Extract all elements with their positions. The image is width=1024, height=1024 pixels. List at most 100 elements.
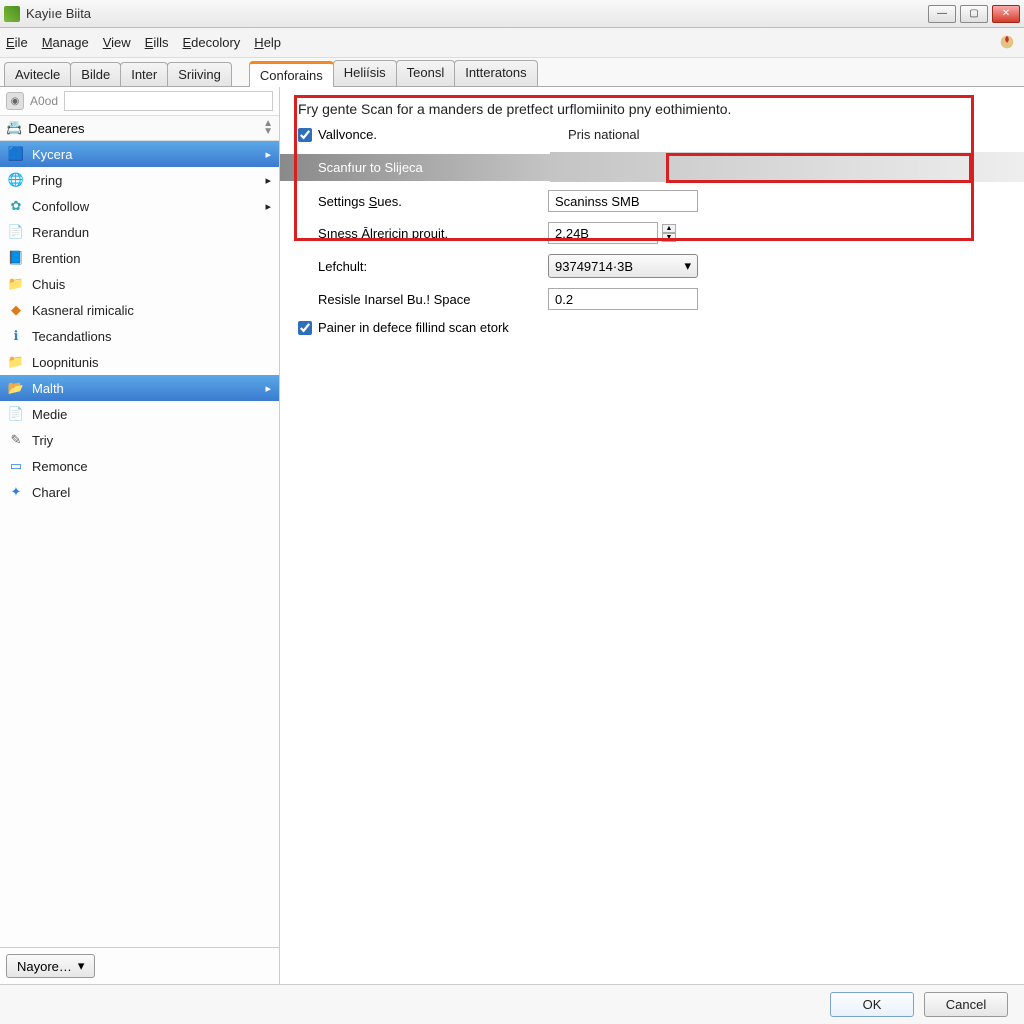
tabs-row: Avitecle Bilde Inter Sriiving Conforains… [0,58,1024,87]
ok-button[interactable]: OK [830,992,914,1017]
item-label: Malth [32,381,64,396]
row-resisle: Resisle Inarsel Bu.! Space [298,288,1006,310]
chevron-right-icon: ▸ [265,148,271,161]
sidebar-item-chuis[interactable]: 📁 Chuis [0,271,279,297]
section-deaneres[interactable]: 📇 Deaneres ▲▼ [0,116,279,141]
menubar-right-icon[interactable] [998,33,1018,53]
resisle-input[interactable] [548,288,698,310]
row-vallvonce: Vallvonce. Pris national [298,127,1006,142]
item-icon: 📄 [8,406,24,422]
row-lefchult: Lefchult: 93749714·3B ▾ [298,254,1006,278]
globe-icon[interactable]: ◉ [6,92,24,110]
dialog-footer: OK Cancel [0,984,1024,1024]
settings-label: Settings Sues. [318,194,402,209]
tab-bilde[interactable]: Bilde [70,62,121,86]
settings-input[interactable] [548,190,698,212]
sidebar-item-rerandun[interactable]: 📄Rerandun [0,219,279,245]
minimize-button[interactable]: — [928,5,956,23]
item-icon: 🌐 [8,172,24,188]
lefchult-label: Lefchult: [298,259,548,274]
item-icon: ▭ [8,458,24,474]
inner-tabs: Conforains Heliísis Teonsl Intteratons [249,60,537,86]
main-panel: Fry gente Scan for a manders de pretfect… [280,87,1024,984]
close-button[interactable]: ✕ [992,5,1020,23]
tab-heliisis[interactable]: Heliísis [333,60,397,86]
suness-input[interactable] [548,222,658,244]
menu-file[interactable]: Eile [6,35,28,50]
item-icon: ◆ [8,302,24,318]
scanfur-label: Scanfıur to Slijeca [280,154,550,181]
sidebar-item-tecandatlions[interactable]: ℹTecandatlions [0,323,279,349]
spinner-icon[interactable]: ▲▼ [263,120,273,136]
titlebar: Kayiıe Biita — ▢ ✕ [0,0,1024,28]
sidebar-footer: Nayore… ▾ [0,947,279,984]
painer-checkbox[interactable] [298,321,312,335]
tab-sriiving[interactable]: Sriiving [167,62,232,86]
menu-manage[interactable]: Manage [42,35,89,50]
row-suness: Sıness Ālrericin prouit. ▲▼ [298,222,1006,244]
scanfur-value-empty [550,152,1024,182]
tab-inter[interactable]: Inter [120,62,168,86]
window-title: Kayiıe Biita [26,6,928,21]
add-label: A0od [30,94,58,108]
tab-teonsl[interactable]: Teonsl [396,60,456,86]
item-label: Chuis [32,277,65,292]
cancel-button[interactable]: Cancel [924,992,1008,1017]
outer-tabs: Avitecle Bilde Inter Sriiving [4,62,231,86]
item-label: Triy [32,433,53,448]
item-icon: 📁 [8,276,24,292]
painer-label: Painer in defece fillind scan etork [318,320,509,335]
item-label: Loopnitunis [32,355,99,370]
vallvonce-checkbox[interactable] [298,128,312,142]
sidebar-item-confollow[interactable]: ✿Confollow▸ [0,193,279,219]
sidebar-item-triy[interactable]: ✎ Triy [0,427,279,453]
sidebar-item-loopnitunis[interactable]: 📁 Loopnitunis [0,349,279,375]
menu-help[interactable]: Help [254,35,281,50]
sidebar-item-pring[interactable]: 🌐Pring▸ [0,167,279,193]
lefchult-value: 93749714·3B [555,259,633,274]
sidebar-item-kycera[interactable]: 🟦Kycera▸ [0,141,279,167]
suness-spinner[interactable]: ▲▼ [662,224,676,242]
row-scanfur[interactable]: Scanfıur to Slijeca [280,152,1024,182]
sidebar-item-malth[interactable]: 📂Malth▸ [0,375,279,401]
section-title: Deaneres [28,121,84,136]
sidebar-item-remonce[interactable]: ▭Remonce [0,453,279,479]
pris-national-label: Pris national [568,127,640,142]
item-icon: ✦ [8,484,24,500]
tab-intteratons[interactable]: Intteratons [454,60,537,86]
tree: 🟦Kycera▸🌐Pring▸✿Confollow▸📄Rerandun📘Bren… [0,141,279,947]
menu-view[interactable]: View [103,35,131,50]
menu-eills[interactable]: Eills [145,35,169,50]
menu-edecolory[interactable]: Edecolory [182,35,240,50]
item-label: Rerandun [32,225,89,240]
item-icon: ✎ [8,432,24,448]
window-buttons: — ▢ ✕ [928,5,1020,23]
item-label: Kasneral rimicalic [32,303,134,318]
lefchult-select[interactable]: 93749714·3B ▾ [548,254,698,278]
chevron-down-icon: ▾ [78,958,85,974]
nayore-label: Nayore… [17,959,72,974]
chevron-right-icon: ▸ [265,174,271,187]
sidebar-item-kasneral-rimicalic[interactable]: ◆ Kasneral rimicalic [0,297,279,323]
search-input[interactable] [64,91,273,111]
content: ◉ A0od 📇 Deaneres ▲▼ 🟦Kycera▸🌐Pring▸✿Con… [0,87,1024,984]
chevron-down-icon: ▾ [684,258,691,274]
chevron-right-icon: ▸ [265,200,271,213]
tab-avitecle[interactable]: Avitecle [4,62,71,86]
vallvonce-label: Vallvonce. [318,127,377,142]
item-icon: 🟦 [8,146,24,162]
sidebar-item-medie[interactable]: 📄Medie [0,401,279,427]
row-painer: Painer in defece fillind scan etork [298,320,1006,335]
maximize-button[interactable]: ▢ [960,5,988,23]
sidebar: ◉ A0od 📇 Deaneres ▲▼ 🟦Kycera▸🌐Pring▸✿Con… [0,87,280,984]
item-icon: 📁 [8,354,24,370]
sidebar-item-brention[interactable]: 📘Brention [0,245,279,271]
nayore-dropdown[interactable]: Nayore… ▾ [6,954,95,978]
sidebar-item-charel[interactable]: ✦ Charel [0,479,279,505]
sidebar-toolbar: ◉ A0od [0,87,279,116]
resisle-label: Resisle Inarsel Bu.! Space [298,292,548,307]
tab-conforains[interactable]: Conforains [249,61,334,87]
menubar: Eile Manage View Eills Edecolory Help [0,28,1024,58]
row-settings: Settings Sues. [298,190,1006,212]
item-label: Charel [32,485,70,500]
